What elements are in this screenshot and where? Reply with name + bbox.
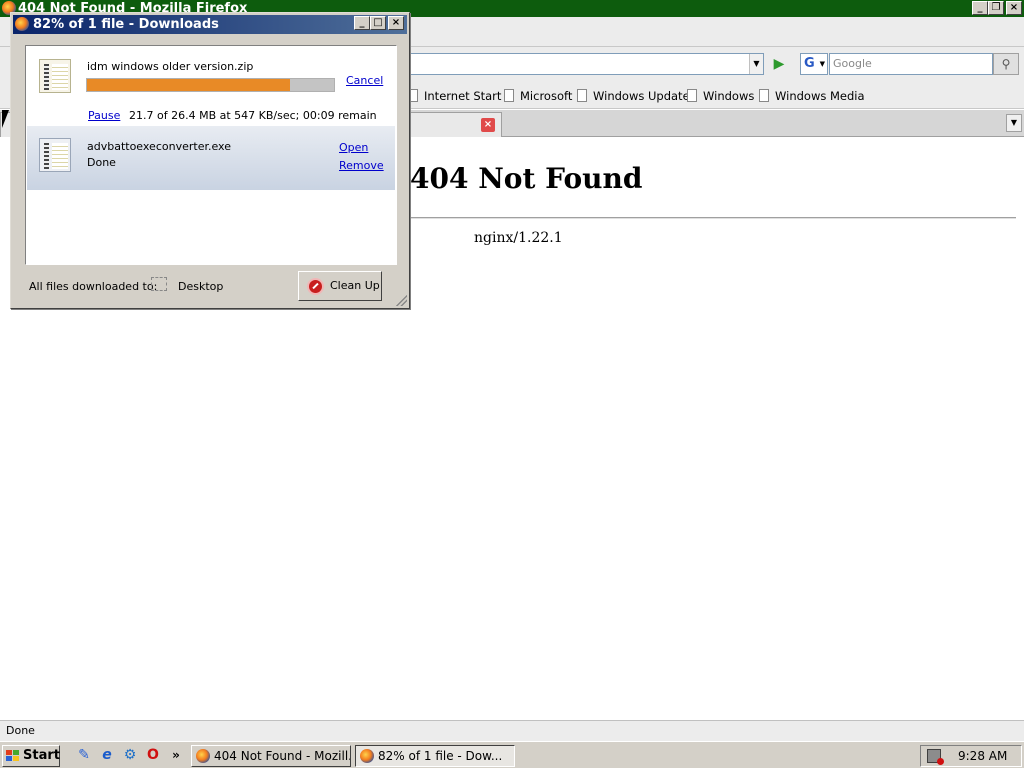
downloads-title-bar[interactable]: 82% of 1 file - Downloads (13, 15, 407, 34)
clock[interactable]: 9:28 AM (958, 746, 1007, 766)
download-folder-label: All files downloaded to: (29, 280, 158, 293)
search-engine-selector[interactable]: G ▼ (800, 53, 828, 75)
url-dropdown-icon[interactable]: ▼ (749, 54, 763, 74)
download-progress-bar (86, 78, 335, 92)
search-input[interactable]: Google (829, 53, 993, 75)
bookmark-windows[interactable]: Windows (687, 89, 754, 103)
chevron-down-icon: ▼ (819, 60, 825, 68)
opera-icon[interactable]: O (145, 747, 161, 763)
remove-link[interactable]: Remove (339, 159, 384, 172)
url-input[interactable]: ▼ (400, 53, 764, 75)
firefox-icon (15, 17, 29, 31)
resize-grip-icon[interactable] (396, 295, 407, 306)
downloads-list: idm windows older version.zip Cancel Pau… (25, 45, 397, 265)
page-title: 404 Not Found (410, 162, 643, 195)
go-arrow-icon[interactable]: ▶ (768, 55, 790, 73)
page-icon (759, 89, 769, 102)
tab-close-icon[interactable]: × (481, 118, 495, 132)
restore-icon[interactable]: ❐ (988, 1, 1004, 15)
close-icon[interactable]: × (1006, 1, 1022, 15)
download-folder-name[interactable]: Desktop (178, 280, 223, 293)
internet-explorer-icon[interactable]: e (99, 747, 115, 763)
mouse-cursor-icon (2, 110, 9, 128)
open-link[interactable]: Open (339, 141, 368, 154)
divider (410, 217, 1016, 219)
clean-up-button[interactable]: Clean Up (298, 271, 382, 301)
download-item-complete[interactable]: advbattoexeconverter.exe Done Open Remov… (27, 126, 395, 190)
cancel-link[interactable]: Cancel (346, 74, 383, 87)
bookmark-internet-start[interactable]: Internet Start (408, 89, 501, 103)
google-icon: G (804, 56, 815, 71)
folder-icon[interactable] (151, 277, 167, 291)
close-icon[interactable]: × (388, 16, 404, 30)
screen: 404 Not Found - Mozilla Firefox _ ❐ × ▼ … (0, 0, 1024, 768)
firefox-icon (360, 749, 374, 763)
taskbar: Start ✎ e ⚙ O » 404 Not Found - Mozill..… (0, 741, 1024, 768)
start-button[interactable]: Start (2, 745, 60, 767)
system-tray: 9:28 AM (920, 745, 1022, 767)
page-icon (504, 89, 514, 102)
zip-file-icon (39, 59, 71, 93)
bookmark-windows-update[interactable]: Windows Update (577, 89, 690, 103)
taskbar-button-firefox[interactable]: 404 Not Found - Mozill... (191, 745, 351, 767)
windows-logo-icon (6, 750, 20, 762)
download-status: Done (87, 156, 116, 169)
page-icon (577, 89, 587, 102)
download-status: 21.7 of 26.4 MB at 547 KB/sec; 00:09 rem… (129, 109, 377, 122)
download-filename: advbattoexeconverter.exe (87, 140, 231, 153)
page-icon (687, 89, 697, 102)
quicklaunch-overflow-icon[interactable]: » (168, 747, 184, 763)
downloads-window: 82% of 1 file - Downloads _ □ × idm wind… (10, 12, 410, 309)
network-icon[interactable]: ⚙ (122, 747, 138, 763)
tray-alert-icon[interactable] (927, 749, 944, 765)
download-filename: idm windows older version.zip (87, 60, 254, 73)
pause-link[interactable]: Pause (88, 109, 120, 122)
bookmark-windows-media[interactable]: Windows Media (759, 89, 865, 103)
download-item-active[interactable]: idm windows older version.zip Cancel Pau… (27, 47, 395, 127)
show-desktop-icon[interactable]: ✎ (76, 747, 92, 763)
status-bar: Done (0, 720, 1024, 741)
progress-fill (87, 79, 290, 91)
exe-file-icon (39, 138, 71, 172)
magnifier-icon[interactable]: ⚲ (993, 53, 1019, 75)
maximize-icon[interactable]: □ (370, 16, 386, 30)
tab-list-icon[interactable]: ▼ (1006, 114, 1022, 132)
minimize-icon[interactable]: _ (972, 1, 988, 15)
bookmark-microsoft[interactable]: Microsoft (504, 89, 572, 103)
downloads-window-title: 82% of 1 file - Downloads (33, 17, 219, 32)
firefox-icon (196, 749, 210, 763)
minimize-icon[interactable]: _ (354, 16, 370, 30)
server-signature: nginx/1.22.1 (474, 230, 563, 246)
taskbar-button-downloads[interactable]: 82% of 1 file - Dow... (355, 745, 515, 767)
no-entry-icon (307, 278, 324, 295)
